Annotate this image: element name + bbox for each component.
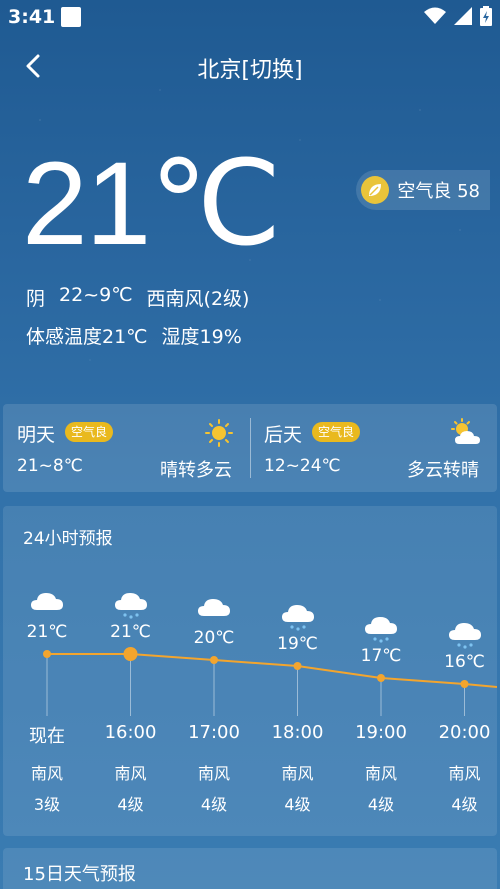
- hour-wind: 南风 4级: [172, 758, 256, 820]
- hour-time: 现在: [29, 726, 65, 747]
- hour-column: 21℃: [89, 590, 173, 642]
- rain-cloud-icon: [256, 602, 340, 632]
- temperature-point: [210, 656, 218, 664]
- fifteen-day-header[interactable]: 15日天气预报: [3, 848, 497, 889]
- hour-column: 19℃: [256, 602, 340, 654]
- wind-level: 4级: [117, 795, 144, 814]
- hour-time: 17:00: [188, 722, 240, 743]
- wind-direction: 南风: [114, 764, 147, 783]
- aqi-tag: 空气良: [312, 422, 361, 442]
- hour-time: 19:00: [355, 722, 407, 743]
- hour-temperature: 21℃: [110, 622, 151, 642]
- hour-column: 16℃: [423, 620, 500, 672]
- hour-time: 20:00: [438, 722, 491, 743]
- hourly-forecast: 24小时预报 21℃ 现在 南风 3级 21℃ 16:00 南风 4级 20℃ 17:00 南风 4级…: [3, 506, 497, 836]
- hour-column: 20℃: [172, 596, 256, 648]
- day-condition: 晴转多云: [160, 460, 232, 481]
- notification-icon: [61, 7, 81, 27]
- temperature-point: [43, 650, 51, 658]
- wind-level: 3级: [33, 795, 61, 814]
- feels-like: 体感温度21℃: [26, 326, 148, 348]
- city-switch-title[interactable]: 北京[切换]: [0, 52, 500, 84]
- current-wind: 西南风(2级): [146, 288, 250, 310]
- status-time: 3:41: [8, 6, 56, 28]
- hour-wind: 南风 3级: [5, 758, 89, 820]
- current-range: 22~9℃: [59, 284, 133, 306]
- fifteen-day-title: 15日天气预报: [23, 864, 136, 885]
- hour-temperature: 17℃: [360, 646, 402, 666]
- leaf-icon: [361, 176, 390, 204]
- hour-temperature: 20℃: [193, 628, 235, 648]
- hour-time: 16:00: [104, 722, 157, 743]
- hour-wind: 南风 4级: [339, 758, 423, 820]
- day-range: 21~8℃: [17, 456, 83, 476]
- temperature-point: [460, 680, 469, 688]
- aqi-tag: 空气良: [65, 422, 114, 442]
- current-condition: 阴: [26, 288, 46, 310]
- hour-column: 21℃: [5, 590, 89, 642]
- cloud-icon: [172, 596, 256, 626]
- hour-column: 17℃: [339, 614, 423, 666]
- temperature-point: [377, 674, 385, 682]
- status-bar: 3:41: [0, 0, 500, 34]
- wind-direction: 南风: [448, 764, 481, 783]
- tomorrow-card[interactable]: 明天 空气良 21~8℃ 晴转多云: [3, 404, 250, 492]
- wind-level: 4级: [367, 795, 395, 814]
- day-after-card[interactable]: 后天 空气良 12~24℃ 多云转晴: [250, 404, 497, 492]
- top-bar: 北京[切换]: [0, 42, 500, 90]
- wind-level: 4级: [451, 795, 478, 814]
- wind-direction: 南风: [281, 764, 314, 783]
- hour-temperature: 21℃: [26, 622, 68, 642]
- partly-cloudy-icon: [451, 418, 480, 444]
- rain-cloud-icon: [339, 614, 423, 644]
- day-condition: 多云转晴: [407, 460, 479, 481]
- status-icons: [424, 6, 492, 26]
- aqi-text: 空气良 58: [397, 181, 480, 202]
- battery-icon: [480, 6, 492, 26]
- hour-temperature: 19℃: [277, 634, 318, 654]
- wind-direction: 南风: [197, 764, 230, 783]
- day-name: 明天: [17, 424, 56, 446]
- rain-cloud-icon: [423, 620, 500, 650]
- day-name: 后天: [264, 424, 303, 446]
- current-temperature: 21℃: [22, 138, 282, 270]
- signal-icon: [454, 7, 472, 25]
- wind-level: 4级: [284, 795, 311, 814]
- wind-level: 4级: [200, 795, 228, 814]
- wind-direction: 南风: [30, 764, 63, 783]
- hour-wind: 南风 4级: [256, 758, 340, 820]
- sun-icon: [205, 419, 233, 447]
- temperature-point: [293, 662, 302, 670]
- hour-wind: 南风 4级: [89, 758, 173, 820]
- current-details: 体感温度21℃ 湿度19%: [26, 322, 242, 349]
- hour-wind: 南风 4级: [423, 758, 500, 820]
- temperature-point: [123, 647, 138, 661]
- hour-time: 18:00: [271, 722, 324, 743]
- rain-cloud-icon: [89, 590, 173, 620]
- wind-direction: 南风: [364, 764, 397, 783]
- humidity: 湿度19%: [161, 326, 242, 348]
- wifi-icon: [424, 7, 446, 24]
- hour-temperature: 16℃: [444, 652, 485, 672]
- aqi-badge[interactable]: 空气良 58: [356, 170, 490, 210]
- cloud-icon: [5, 590, 89, 620]
- two-day-forecast: 明天 空气良 21~8℃ 晴转多云 后天 空气良 12~24℃ 多云转晴: [3, 404, 497, 492]
- day-range: 12~24℃: [264, 456, 341, 476]
- current-summary: 阴 22~9℃ 西南风(2级): [26, 284, 249, 311]
